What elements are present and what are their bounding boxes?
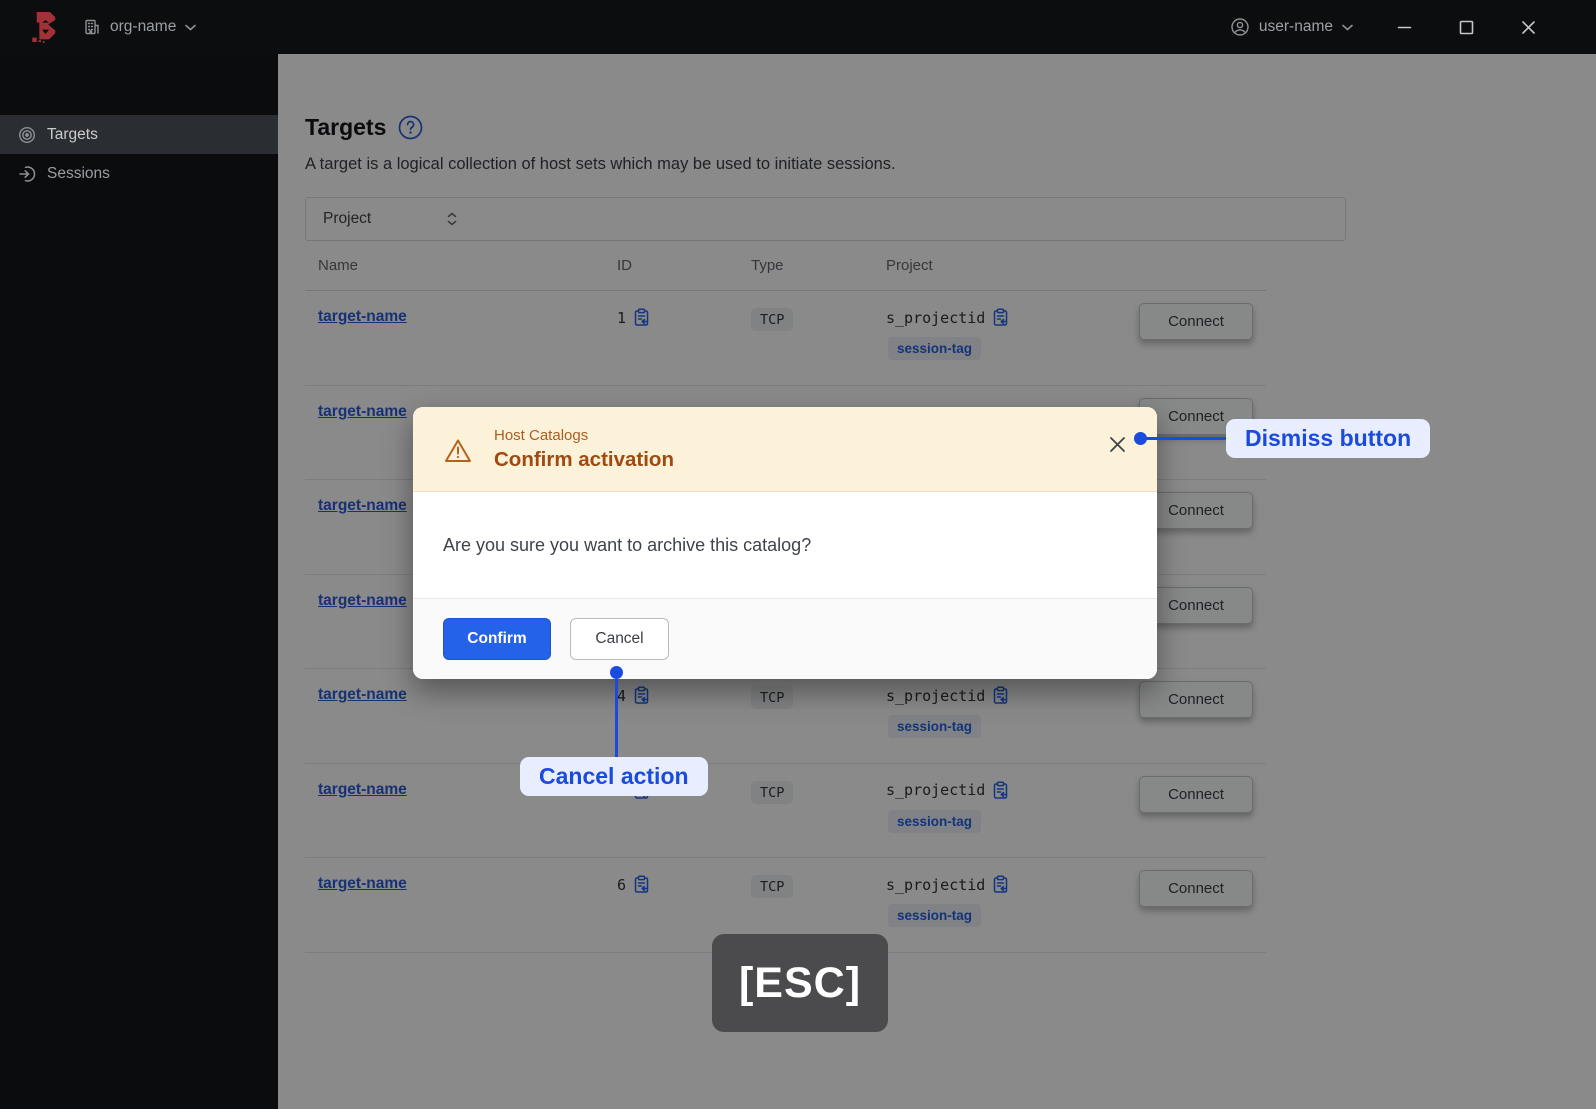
chevron-down-icon bbox=[185, 24, 197, 31]
dialog-footer: Confirm Cancel bbox=[413, 598, 1157, 679]
close-icon bbox=[1108, 435, 1127, 457]
maximize-button[interactable] bbox=[1459, 20, 1474, 35]
sidebar-item-label: Sessions bbox=[47, 164, 110, 182]
close-window-button[interactable] bbox=[1521, 20, 1536, 35]
esc-key-badge: [ESC] bbox=[712, 934, 888, 1032]
annotation-dot bbox=[610, 666, 623, 679]
user-menu[interactable]: user-name bbox=[1230, 17, 1353, 37]
app-window: org-name user-name Targets Sessions Targ… bbox=[0, 0, 1596, 1109]
dialog-context-label: Host Catalogs bbox=[494, 426, 589, 444]
target-bullseye-icon bbox=[18, 126, 36, 144]
org-name-label: org-name bbox=[110, 18, 177, 35]
cancel-annotation-label: Cancel action bbox=[520, 757, 708, 796]
dismiss-annotation-label: Dismiss button bbox=[1226, 419, 1431, 458]
sidebar-item-targets[interactable]: Targets bbox=[0, 115, 278, 154]
chevron-down-icon bbox=[1342, 24, 1353, 31]
annotation-connector-line bbox=[615, 679, 618, 757]
topbar-right: user-name bbox=[1230, 17, 1596, 37]
topbar-left: org-name bbox=[0, 9, 197, 45]
user-name-label: user-name bbox=[1258, 18, 1333, 35]
boundary-logo-icon[interactable] bbox=[27, 9, 57, 45]
dialog-header: Host Catalogs Confirm activation bbox=[413, 407, 1157, 492]
user-circle-icon bbox=[1230, 17, 1250, 37]
sidebar: Targets Sessions bbox=[0, 54, 278, 1109]
building-icon bbox=[83, 18, 101, 36]
sidebar-item-sessions[interactable]: Sessions bbox=[0, 154, 278, 193]
window-controls bbox=[1397, 20, 1536, 35]
topbar: org-name user-name bbox=[0, 0, 1596, 54]
confirm-button[interactable]: Confirm bbox=[443, 618, 551, 660]
org-switcher[interactable]: org-name bbox=[83, 18, 197, 36]
sidebar-nav: Targets Sessions bbox=[0, 115, 278, 193]
session-entry-icon bbox=[18, 165, 36, 183]
sidebar-item-label: Targets bbox=[47, 125, 98, 143]
dismiss-button[interactable] bbox=[1108, 435, 1127, 457]
minimize-button[interactable] bbox=[1397, 20, 1412, 35]
dialog-body-text: Are you sure you want to archive this ca… bbox=[443, 534, 812, 555]
confirm-dialog: Host Catalogs Confirm activation Are you… bbox=[413, 407, 1157, 679]
dialog-title: Confirm activation bbox=[494, 447, 674, 471]
annotation-connector-line bbox=[1145, 437, 1228, 440]
warning-triangle-icon bbox=[444, 438, 472, 464]
cancel-button[interactable]: Cancel bbox=[570, 618, 669, 660]
